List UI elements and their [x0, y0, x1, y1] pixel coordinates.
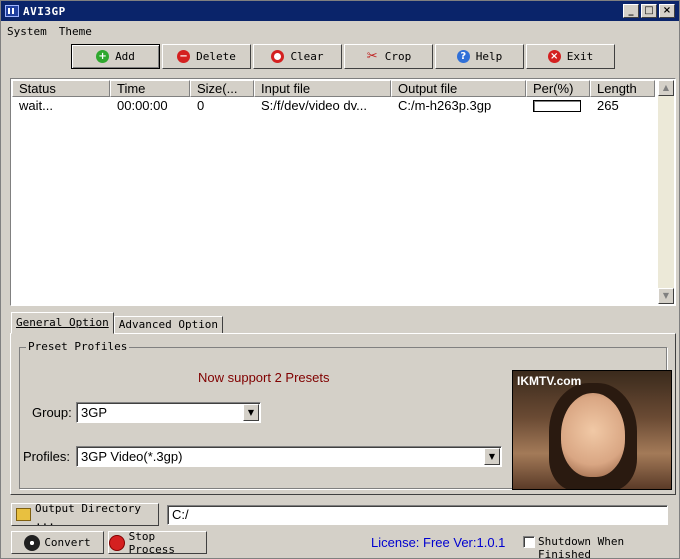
close-button[interactable]: ×: [659, 4, 675, 18]
clear-button[interactable]: Clear: [253, 44, 342, 69]
window-controls: _ □ ×: [623, 4, 675, 18]
app-window: AVI3GP _ □ × System Theme + Add − Delete…: [0, 0, 680, 559]
group-select[interactable]: 3GP ▼: [76, 402, 261, 423]
toolbar: + Add − Delete Clear ✂ Crop ? Help × Exi…: [71, 44, 615, 69]
stop-process-label: Stop Process: [128, 529, 175, 556]
exit-button-label: Exit: [566, 50, 594, 63]
license-text: License: Free Ver:1.0.1: [371, 535, 506, 550]
preview-logo: IKMTV.com: [517, 374, 582, 388]
folder-icon: [16, 508, 31, 521]
clear-button-label: Clear: [290, 50, 324, 63]
menu-system[interactable]: System: [1, 25, 53, 38]
video-preview: IKMTV.com: [512, 370, 672, 490]
option-tabs: General Option Advanced Option: [11, 312, 224, 334]
ring-icon: [271, 50, 285, 63]
convert-button[interactable]: Convert: [11, 531, 104, 554]
crop-button[interactable]: ✂ Crop: [344, 44, 433, 69]
tab-advanced-option[interactable]: Advanced Option: [113, 316, 224, 334]
cell-length: 265: [597, 98, 619, 113]
tab-general-option[interactable]: General Option: [11, 312, 114, 334]
scroll-down-icon[interactable]: ▼: [658, 288, 674, 304]
file-list[interactable]: Status Time Size(... Input file Output f…: [10, 78, 676, 306]
convert-label: Convert: [44, 536, 91, 549]
cell-size: 0: [197, 98, 205, 113]
x-icon: ×: [547, 50, 561, 63]
output-directory-input[interactable]: C:/: [167, 505, 668, 525]
minimize-button[interactable]: _: [623, 4, 639, 18]
column-status[interactable]: Status: [12, 80, 110, 97]
film-reel-icon: [24, 534, 41, 551]
preview-face: [561, 393, 625, 477]
maximize-button[interactable]: □: [641, 4, 657, 18]
cell-output-file: C:/m-h263p.3gp: [398, 98, 492, 113]
file-list-header: Status Time Size(... Input file Output f…: [12, 80, 655, 97]
column-length[interactable]: Length: [590, 80, 655, 97]
column-percent[interactable]: Per(%): [526, 80, 590, 97]
group-label: Group:: [32, 405, 72, 420]
table-row[interactable]: wait... 00:00:00 0 S:/f/dev/video dv... …: [12, 98, 655, 114]
add-button[interactable]: + Add: [71, 44, 160, 69]
help-button-label: Help: [475, 50, 503, 63]
general-option-panel: Preset Profiles Now support 2 Presets Gr…: [10, 333, 676, 495]
menu-theme[interactable]: Theme: [53, 25, 98, 38]
delete-button[interactable]: − Delete: [162, 44, 251, 69]
cell-time: 00:00:00: [117, 98, 168, 113]
film-clapper-icon: [5, 5, 19, 17]
group-value: 3GP: [81, 405, 108, 420]
profiles-value: 3GP Video(*.3gp): [81, 449, 183, 464]
scissors-icon: ✂: [366, 49, 378, 64]
preset-message: Now support 2 Presets: [198, 370, 330, 385]
minus-icon: −: [177, 50, 191, 63]
vertical-scrollbar[interactable]: ▲ ▼: [658, 80, 674, 304]
cell-input-file: S:/f/dev/video dv...: [261, 98, 367, 113]
cell-percent: [526, 98, 590, 114]
stop-icon: [109, 534, 125, 551]
shutdown-label[interactable]: Shutdown When Finished: [538, 535, 679, 559]
profiles-select[interactable]: 3GP Video(*.3gp) ▼: [76, 446, 502, 467]
column-output-file[interactable]: Output file: [391, 80, 526, 97]
crop-button-label: Crop: [384, 50, 412, 63]
question-icon: ?: [456, 50, 470, 63]
stop-process-button[interactable]: Stop Process: [108, 529, 207, 556]
cell-status: wait...: [19, 98, 53, 113]
window-title: AVI3GP: [23, 4, 66, 18]
column-size[interactable]: Size(...: [190, 80, 254, 97]
delete-button-label: Delete: [196, 50, 236, 63]
progress-bar: [533, 100, 581, 112]
add-button-label: Add: [115, 50, 135, 63]
menu-bar: System Theme: [1, 22, 98, 40]
preset-profiles-group: Preset Profiles Now support 2 Presets Gr…: [19, 340, 672, 490]
preset-profiles-title: Preset Profiles: [26, 340, 130, 353]
column-time[interactable]: Time: [110, 80, 190, 97]
help-button[interactable]: ? Help: [435, 44, 524, 69]
shutdown-checkbox[interactable]: [523, 536, 535, 548]
output-directory-button[interactable]: Output Directory ...: [11, 501, 159, 528]
scroll-up-icon[interactable]: ▲: [658, 80, 674, 96]
plus-icon: +: [96, 50, 110, 63]
chevron-down-icon[interactable]: ▼: [484, 448, 500, 465]
title-bar[interactable]: AVI3GP _ □ ×: [1, 1, 679, 21]
profiles-label: Profiles:: [23, 449, 70, 464]
column-input-file[interactable]: Input file: [254, 80, 391, 97]
output-directory-label: Output Directory ...: [35, 501, 141, 528]
exit-button[interactable]: × Exit: [526, 44, 615, 69]
chevron-down-icon[interactable]: ▼: [243, 404, 259, 421]
